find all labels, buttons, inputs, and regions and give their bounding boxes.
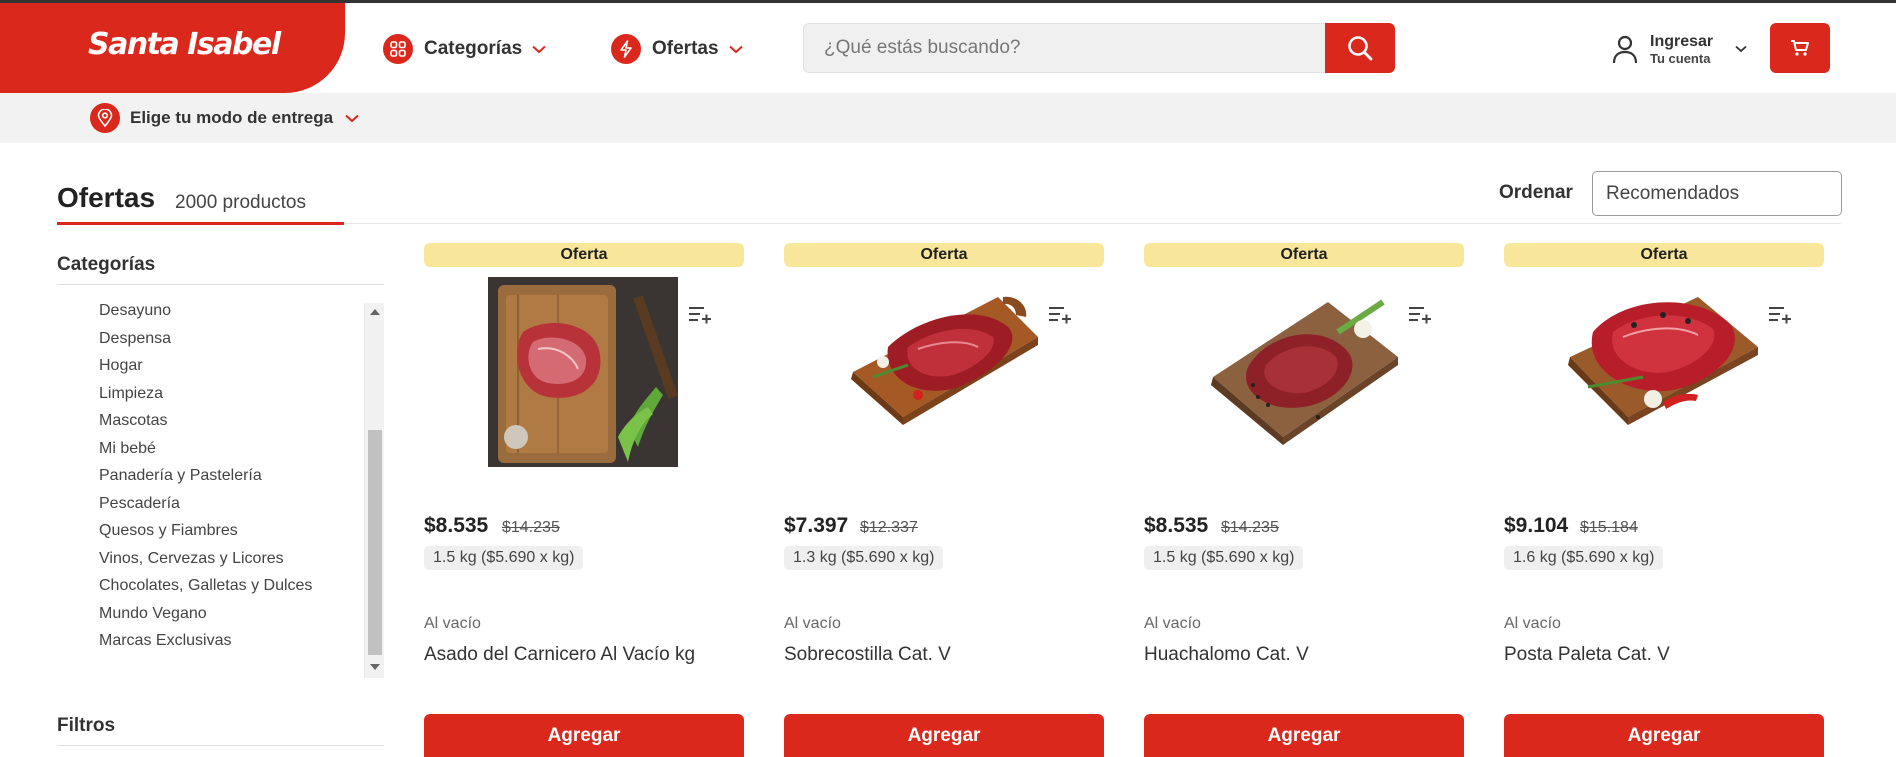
add-to-cart-button[interactable]: Agregar — [1504, 714, 1824, 757]
categories-label: Categorías — [424, 38, 523, 59]
add-to-list-icon[interactable] — [1048, 305, 1072, 325]
product-unit-price: 1.5 kg ($5.690 x kg) — [424, 546, 584, 570]
search-input[interactable] — [804, 24, 1324, 72]
product-card: Oferta $9.104 $15.184 1.6 kg ($5.690 x k… — [1504, 243, 1824, 757]
bolt-icon — [611, 34, 641, 64]
logo-text: Santa Isabel — [88, 27, 281, 62]
scroll-thumb[interactable] — [368, 430, 382, 655]
product-unit-price: 1.5 kg ($5.690 x kg) — [1144, 546, 1304, 570]
category-item[interactable]: Quesos y Fiambres — [99, 517, 312, 545]
product-name[interactable]: Huachalomo Cat. V — [1144, 644, 1309, 666]
product-image[interactable] — [1568, 277, 1758, 467]
product-old-price: $14.235 — [502, 519, 560, 536]
product-card: Oferta $8.535 $14.235 1.5 kg ($5.690 x k… — [424, 243, 744, 757]
product-unit-price: 1.3 kg ($5.690 x kg) — [784, 546, 944, 570]
delivery-mode-selector[interactable]: Elige tu modo de entrega — [90, 103, 359, 133]
category-item[interactable]: Chocolates, Galletas y Dulces — [99, 572, 312, 600]
delivery-bar: Elige tu modo de entrega — [0, 93, 1896, 143]
product-brand: Al vacío — [784, 615, 841, 632]
cart-icon — [1791, 40, 1809, 56]
product-old-price: $12.337 — [860, 519, 918, 536]
product-old-price: $15.184 — [1580, 519, 1638, 536]
chevron-down-icon — [345, 114, 359, 122]
product-brand: Al vacío — [1504, 615, 1561, 632]
product-price: $7.397 — [784, 514, 849, 537]
account-label: Tu cuenta — [1650, 50, 1711, 66]
product-price: $9.104 — [1504, 514, 1569, 537]
add-to-cart-button[interactable]: Agregar — [784, 714, 1104, 757]
offer-badge: Oferta — [784, 243, 1104, 267]
category-item[interactable]: Desayuno — [99, 297, 312, 325]
product-brand: Al vacío — [1144, 615, 1201, 632]
chevron-down-icon — [728, 45, 743, 53]
cart-button[interactable] — [1770, 23, 1830, 73]
categories-heading: Categorías — [57, 254, 384, 285]
chevron-down-icon — [532, 45, 546, 53]
grid-icon — [383, 34, 413, 64]
delivery-mode-label: Elige tu modo de entrega — [130, 108, 334, 127]
category-item[interactable]: Hogar — [99, 352, 312, 380]
header: Santa Isabel Categorías Ofertas Ingresar… — [0, 3, 1896, 93]
product-card: Oferta $8.535 $14.235 1.5 kg ($5.690 x k… — [1144, 243, 1464, 757]
search-bar — [803, 23, 1395, 73]
product-name[interactable]: Posta Paleta Cat. V — [1504, 644, 1670, 666]
category-item[interactable]: Panadería y Pastelería — [99, 462, 312, 490]
account-menu[interactable]: Ingresar Tu cuenta — [1612, 27, 1747, 71]
search-icon — [1348, 36, 1373, 61]
product-card: Oferta $7.397 $12.337 1.3 kg ($5.690 x k… — [784, 243, 1104, 757]
category-item[interactable]: Pescadería — [99, 490, 312, 518]
product-image[interactable] — [488, 277, 678, 467]
scroll-up-arrow-icon[interactable] — [370, 309, 380, 315]
category-item[interactable]: Mundo Vegano — [99, 600, 312, 628]
offer-badge: Oferta — [1144, 243, 1464, 267]
category-item[interactable]: Mi bebé — [99, 435, 312, 463]
category-item[interactable]: Limpieza — [99, 380, 312, 408]
add-to-cart-button[interactable]: Agregar — [1144, 714, 1464, 757]
category-item[interactable]: Despensa — [99, 325, 312, 353]
product-count: 2000 productos — [175, 192, 306, 213]
add-to-list-icon[interactable] — [1408, 305, 1432, 325]
category-item[interactable]: Mascotas — [99, 407, 312, 435]
scroll-down-arrow-icon[interactable] — [370, 664, 380, 670]
product-price: $8.535 — [1144, 514, 1209, 537]
offers-menu-button[interactable]: Ofertas — [611, 33, 743, 65]
product-price: $8.535 — [424, 514, 489, 537]
categories-menu-button[interactable]: Categorías — [383, 33, 546, 65]
sort-select[interactable]: Recomendados — [1592, 171, 1842, 216]
add-to-list-icon[interactable] — [688, 305, 712, 325]
chevron-down-icon — [1735, 45, 1747, 53]
product-name[interactable]: Asado del Carnicero Al Vacío kg — [424, 644, 695, 666]
product-brand: Al vacío — [424, 615, 481, 632]
filters-heading: Filtros — [57, 715, 384, 746]
location-pin-icon — [90, 103, 120, 133]
product-name[interactable]: Sobrecostilla Cat. V — [784, 644, 951, 666]
add-to-cart-button[interactable]: Agregar — [424, 714, 744, 757]
title-underline — [57, 222, 344, 225]
login-label: Ingresar — [1650, 32, 1714, 50]
category-item[interactable]: Vinos, Cervezas y Licores — [99, 545, 312, 573]
logo[interactable]: Santa Isabel — [0, 3, 345, 93]
search-button[interactable] — [1325, 23, 1395, 73]
category-scrollbar[interactable] — [364, 303, 384, 678]
user-icon — [1612, 35, 1638, 64]
offer-badge: Oferta — [1504, 243, 1824, 267]
product-image[interactable] — [848, 277, 1038, 467]
offers-label: Ofertas — [652, 38, 719, 59]
category-list: Desayuno Despensa Hogar Limpieza Mascota… — [99, 297, 312, 655]
page-title: Ofertas — [57, 182, 156, 213]
product-old-price: $14.235 — [1221, 519, 1279, 536]
sort-label: Ordenar — [1499, 182, 1573, 203]
offer-badge: Oferta — [424, 243, 744, 267]
add-to-list-icon[interactable] — [1768, 305, 1792, 325]
product-image[interactable] — [1208, 277, 1398, 467]
product-unit-price: 1.6 kg ($5.690 x kg) — [1504, 546, 1664, 570]
category-item[interactable]: Marcas Exclusivas — [99, 627, 312, 655]
